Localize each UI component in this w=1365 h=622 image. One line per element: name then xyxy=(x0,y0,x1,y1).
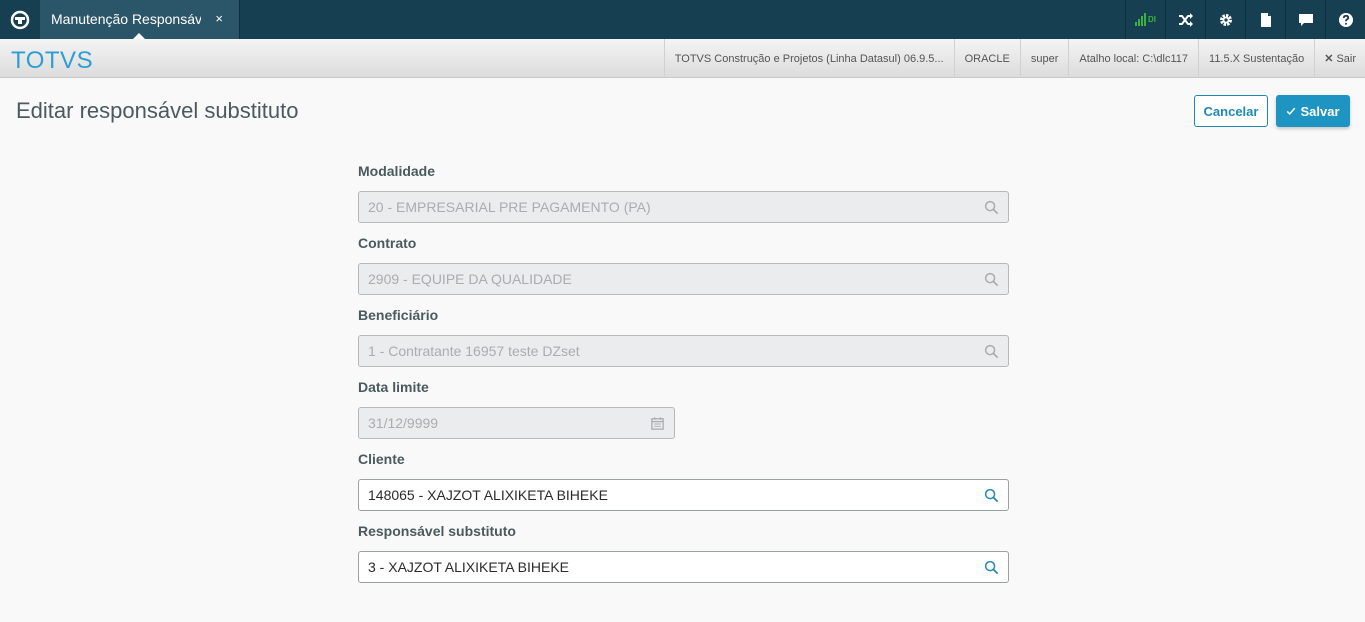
contrato-label: Contrato xyxy=(358,235,417,251)
save-button[interactable]: Salvar xyxy=(1276,95,1350,127)
close-icon[interactable]: × xyxy=(215,11,223,26)
calendar-icon xyxy=(640,408,674,438)
document-button[interactable] xyxy=(1245,0,1285,39)
beneficiario-value: 1 - Contratante 16957 teste DZset xyxy=(368,343,580,359)
cliente-value[interactable]: 148065 - XAJZOT ALIXIKETA BIHEKE xyxy=(368,487,974,503)
top-bar: Manutenção Responsável × DI xyxy=(0,0,1365,39)
cancel-button[interactable]: Cancelar xyxy=(1194,95,1268,127)
context-info: TOTVS Construção e Projetos (Linha Datas… xyxy=(663,39,1365,78)
context-bar: TOTVS TOTVS Construção e Projetos (Linha… xyxy=(0,39,1365,78)
document-icon xyxy=(1260,12,1271,27)
settings-button[interactable] xyxy=(1205,0,1245,39)
chat-button[interactable] xyxy=(1285,0,1325,39)
app-menu-button[interactable] xyxy=(0,0,40,39)
responsavel-label: Responsável substituto xyxy=(358,523,516,539)
exit-button[interactable]: ✕ Sair xyxy=(1314,39,1365,78)
search-icon[interactable] xyxy=(974,552,1008,582)
data-limite-label: Data limite xyxy=(358,379,429,395)
page-title: Editar responsável substituto xyxy=(16,98,299,123)
gear-icon xyxy=(1219,13,1232,26)
shortcut-info: Atalho local: C:\dlc117 xyxy=(1068,39,1198,78)
brand-logo: TOTVS xyxy=(11,47,94,74)
save-label: Salvar xyxy=(1300,103,1340,119)
contrato-field: 2909 - EQUIPE DA QUALIDADE xyxy=(358,263,1009,295)
beneficiario-field: 1 - Contratante 16957 teste DZset xyxy=(358,335,1009,367)
product-info: TOTVS Construção e Projetos (Linha Datas… xyxy=(663,39,954,78)
search-icon xyxy=(974,192,1008,222)
connection-indicator: DI xyxy=(1148,15,1156,24)
app-logo-icon xyxy=(10,10,30,29)
modalidade-value: 20 - EMPRESARIAL PRE PAGAMENTO (PA) xyxy=(368,199,651,215)
cliente-label: Cliente xyxy=(358,451,405,467)
help-icon xyxy=(1338,12,1353,27)
contrato-value: 2909 - EQUIPE DA QUALIDADE xyxy=(368,271,572,287)
search-icon[interactable] xyxy=(974,480,1008,510)
shuffle-button[interactable] xyxy=(1165,0,1205,39)
version-info: 11.5.X Sustentação xyxy=(1198,39,1314,78)
data-limite-value: 31/12/9999 xyxy=(368,415,439,431)
cliente-field[interactable]: 148065 - XAJZOT ALIXIKETA BIHEKE xyxy=(358,479,1009,511)
data-limite-field: 31/12/9999 xyxy=(358,407,675,439)
database-info: ORACLE xyxy=(953,39,1020,78)
top-icons: DI xyxy=(1125,0,1365,39)
beneficiario-label: Beneficiário xyxy=(358,307,439,323)
tab-label: Manutenção Responsável xyxy=(51,11,201,27)
shuffle-icon xyxy=(1178,12,1193,27)
tab-manutencao[interactable]: Manutenção Responsável × xyxy=(40,0,240,39)
search-icon xyxy=(974,264,1008,294)
close-icon: ✕ xyxy=(1324,53,1334,65)
chat-icon xyxy=(1298,13,1313,26)
connection-status[interactable]: DI xyxy=(1125,0,1165,39)
signal-icon xyxy=(1135,13,1146,26)
check-icon xyxy=(1287,107,1296,116)
search-icon xyxy=(974,336,1008,366)
modalidade-field: 20 - EMPRESARIAL PRE PAGAMENTO (PA) xyxy=(358,191,1009,223)
modalidade-label: Modalidade xyxy=(358,163,436,179)
exit-label: Sair xyxy=(1336,52,1356,65)
help-button[interactable] xyxy=(1325,0,1365,39)
user-info: super xyxy=(1019,39,1069,78)
responsavel-field[interactable]: 3 - XAJZOT ALIXIKETA BIHEKE xyxy=(358,551,1009,583)
responsavel-value[interactable]: 3 - XAJZOT ALIXIKETA BIHEKE xyxy=(368,559,974,575)
